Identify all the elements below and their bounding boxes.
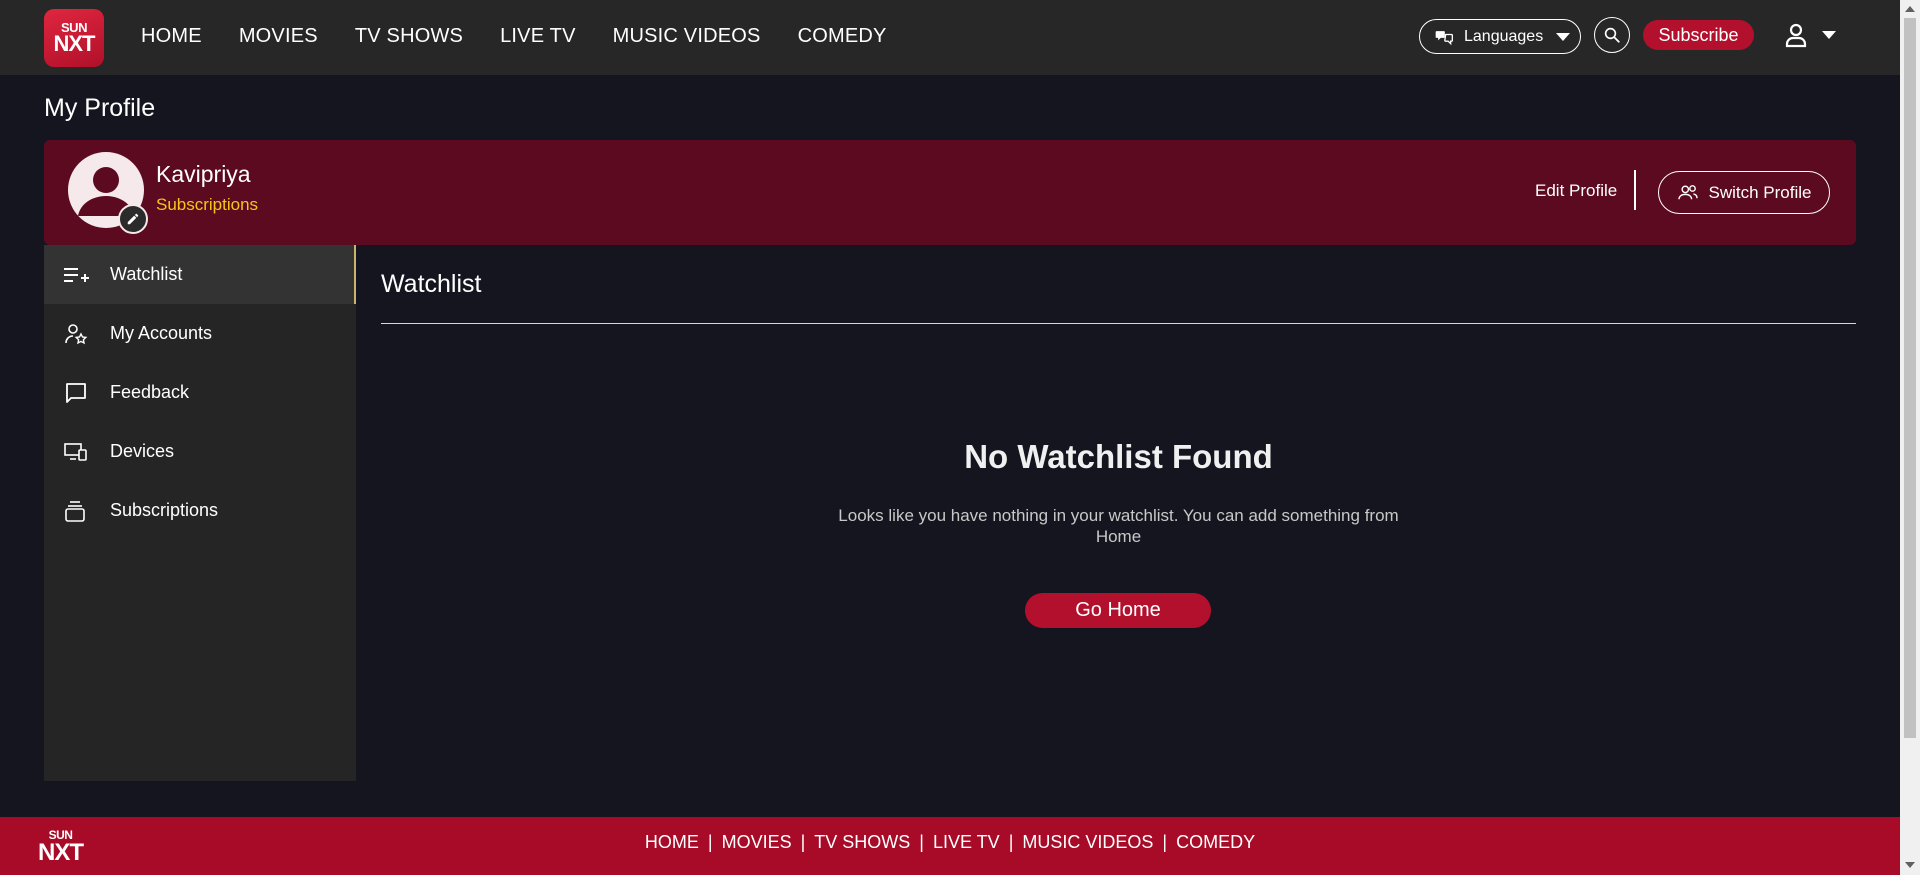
subscribe-button[interactable]: Subscribe <box>1643 20 1754 50</box>
nav-home[interactable]: HOME <box>141 25 202 48</box>
scroll-down-arrow-icon[interactable] <box>1905 862 1915 868</box>
scroll-up-arrow-icon[interactable] <box>1905 6 1915 12</box>
profile-name: Kavipriya <box>156 161 251 187</box>
vertical-scrollbar[interactable] <box>1900 0 1920 875</box>
sidebar-item-label: Watchlist <box>110 264 183 284</box>
footer-separator: | <box>800 832 806 852</box>
logo-nxt-text: NXT <box>53 31 96 56</box>
empty-state-description: Looks like you have nothing in your watc… <box>838 506 1399 546</box>
chevron-down-icon <box>1822 31 1836 39</box>
sidebar-item-feedback[interactable]: Feedback <box>44 363 356 422</box>
sidebar-item-label: Feedback <box>110 382 190 402</box>
search-icon <box>1604 27 1620 43</box>
switch-profile-button[interactable]: Switch Profile <box>1658 171 1830 214</box>
chevron-down-icon <box>1556 33 1570 41</box>
translate-icon <box>1435 30 1453 45</box>
profile-subscriptions-link[interactable]: Subscriptions <box>156 195 258 215</box>
nav-movies[interactable]: MOVIES <box>239 25 318 48</box>
watchlist-heading: Watchlist <box>381 270 482 298</box>
banner-divider <box>1634 170 1636 210</box>
footer-link-comedy[interactable]: COMEDY <box>1176 832 1255 852</box>
nav-comedy[interactable]: COMEDY <box>798 25 887 48</box>
heading-divider <box>381 323 1856 324</box>
search-button[interactable] <box>1594 17 1630 53</box>
edit-profile-button[interactable]: Edit Profile <box>1535 181 1617 201</box>
switch-profile-label: Switch Profile <box>1708 182 1812 202</box>
profile-sidebar: Watchlist My Accounts Feedback Devices S… <box>44 245 356 781</box>
sidebar-item-label: Devices <box>110 441 175 461</box>
message-icon <box>64 381 92 405</box>
languages-label: Languages <box>1464 27 1544 45</box>
page-title: My Profile <box>44 94 156 122</box>
switch-users-icon <box>1677 184 1698 199</box>
footer-separator: | <box>1162 832 1168 852</box>
nav-music-videos[interactable]: MUSIC VIDEOS <box>613 25 761 48</box>
go-home-button[interactable]: Go Home <box>1025 593 1211 628</box>
sidebar-item-subscriptions[interactable]: Subscriptions <box>44 481 356 540</box>
playlist-add-icon <box>64 263 92 287</box>
user-menu[interactable] <box>1784 22 1836 48</box>
empty-state-title: No Watchlist Found <box>964 438 1273 475</box>
user-icon <box>1785 23 1807 48</box>
footer-nav: HOME | MOVIES | TV SHOWS | LIVE TV | MUSIC VIDEO… <box>0 832 1900 853</box>
footer-link-live-tv[interactable]: LIVE TV <box>933 832 1000 852</box>
nav-tv-shows[interactable]: TV SHOWS <box>355 25 463 48</box>
sunnxt-logo[interactable]: SUN NXT <box>44 9 104 67</box>
sidebar-item-label: My Accounts <box>110 323 213 343</box>
pencil-icon <box>127 213 139 225</box>
footer: SUN NXT HOME | MOVIES | TV SHOWS | LIVE TV | MUS… <box>0 817 1900 875</box>
sidebar-item-watchlist[interactable]: Watchlist <box>44 245 356 304</box>
devices-icon <box>64 440 92 464</box>
footer-link-home[interactable]: HOME <box>645 832 699 852</box>
footer-separator: | <box>1008 832 1014 852</box>
main-nav: HOME MOVIES TV SHOWS LIVE TV MUSIC VIDEO… <box>141 0 924 72</box>
top-header: SUN NXT HOME MOVIES TV SHOWS LIVE TV MUS… <box>0 0 1900 75</box>
nav-live-tv[interactable]: LIVE TV <box>500 25 576 48</box>
profile-banner: Kavipriya Subscriptions Edit Profile Swi… <box>44 140 1856 245</box>
footer-link-music-videos[interactable]: MUSIC VIDEOS <box>1022 832 1153 852</box>
edit-avatar-button[interactable] <box>118 204 148 234</box>
footer-link-movies[interactable]: MOVIES <box>722 832 792 852</box>
languages-dropdown[interactable]: Languages <box>1419 19 1581 54</box>
account-star-icon <box>64 322 92 346</box>
footer-link-tv-shows[interactable]: TV SHOWS <box>814 832 910 852</box>
scrollbar-thumb[interactable] <box>1904 18 1916 738</box>
sidebar-item-label: Subscriptions <box>110 500 219 520</box>
sidebar-item-my-accounts[interactable]: My Accounts <box>44 304 356 363</box>
footer-separator: | <box>919 832 924 852</box>
subscriptions-icon <box>64 499 92 523</box>
sidebar-item-devices[interactable]: Devices <box>44 422 356 481</box>
footer-separator: | <box>707 832 713 852</box>
